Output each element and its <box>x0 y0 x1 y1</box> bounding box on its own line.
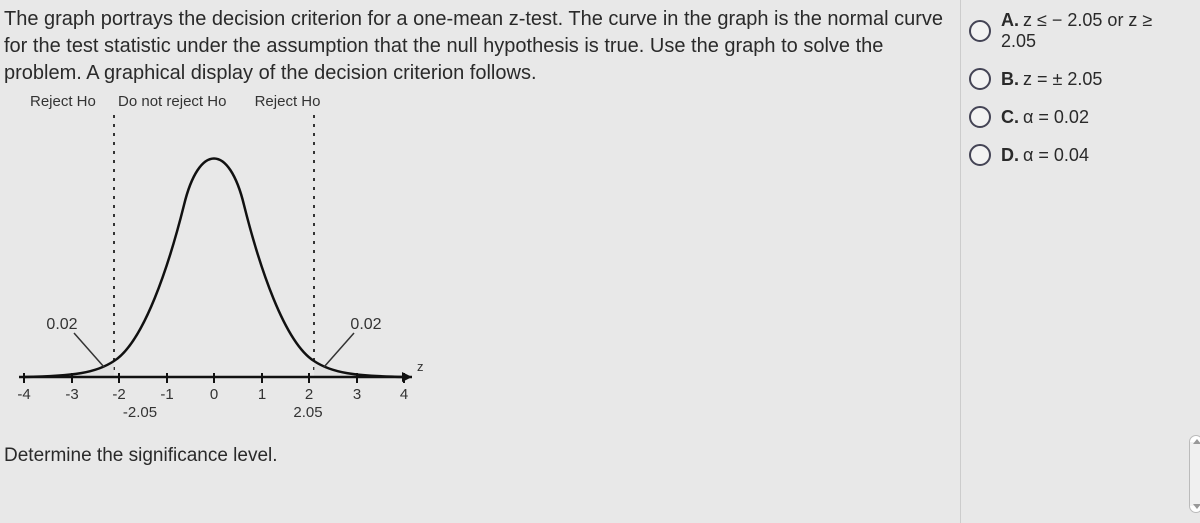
svg-text:-4: -4 <box>17 386 30 403</box>
crit-right-label: 2.05 <box>293 404 322 421</box>
radio-icon <box>969 106 991 128</box>
scrollbar[interactable] <box>1189 435 1200 513</box>
option-d[interactable]: D.α = 0.04 <box>969 144 1192 166</box>
question-prompt: The graph portrays the decision criterio… <box>4 6 950 87</box>
option-letter: D. <box>1001 145 1019 165</box>
radio-icon <box>969 20 991 42</box>
svg-text:3: 3 <box>353 386 361 403</box>
normal-curve-svg: 0.02 0.02 -4 -3 -2 -1 0 1 2 3 4 -2.05 2.… <box>4 115 424 435</box>
option-letter: C. <box>1001 107 1019 127</box>
option-b[interactable]: B.z = ± 2.05 <box>969 68 1192 90</box>
question-final: Determine the significance level. <box>4 445 950 467</box>
tail-area-left: 0.02 <box>46 316 77 333</box>
option-a[interactable]: A.z ≤ − 2.05 or z ≥ 2.05 <box>969 10 1192 52</box>
crit-left-label: -2.05 <box>123 404 157 421</box>
radio-icon <box>969 144 991 166</box>
svg-text:-1: -1 <box>160 386 173 403</box>
radio-icon <box>969 68 991 90</box>
region-label-do-not-reject: Do not reject Ho <box>118 93 226 110</box>
region-label-reject-left: Reject Ho <box>30 93 96 110</box>
option-letter: B. <box>1001 69 1019 89</box>
svg-text:0: 0 <box>210 386 218 403</box>
option-c[interactable]: C.α = 0.02 <box>969 106 1192 128</box>
answer-options: A.z ≤ − 2.05 or z ≥ 2.05 B.z = ± 2.05 C.… <box>960 0 1200 523</box>
axis-label-z: z <box>417 359 424 374</box>
svg-text:2: 2 <box>305 386 313 403</box>
svg-text:4: 4 <box>400 386 408 403</box>
option-text: z ≤ − 2.05 or z ≥ 2.05 <box>1001 10 1152 51</box>
svg-text:1: 1 <box>258 386 266 403</box>
region-label-reject-right: Reject Ho <box>255 93 321 110</box>
decision-criterion-graph: Reject Ho Do not reject Ho Reject Ho <box>4 93 424 443</box>
option-text: α = 0.02 <box>1023 107 1089 127</box>
tail-area-right: 0.02 <box>350 316 381 333</box>
svg-text:-2: -2 <box>112 386 125 403</box>
svg-text:-3: -3 <box>65 386 78 403</box>
option-letter: A. <box>1001 10 1019 30</box>
option-text: z = ± 2.05 <box>1023 69 1102 89</box>
option-text: α = 0.04 <box>1023 145 1089 165</box>
